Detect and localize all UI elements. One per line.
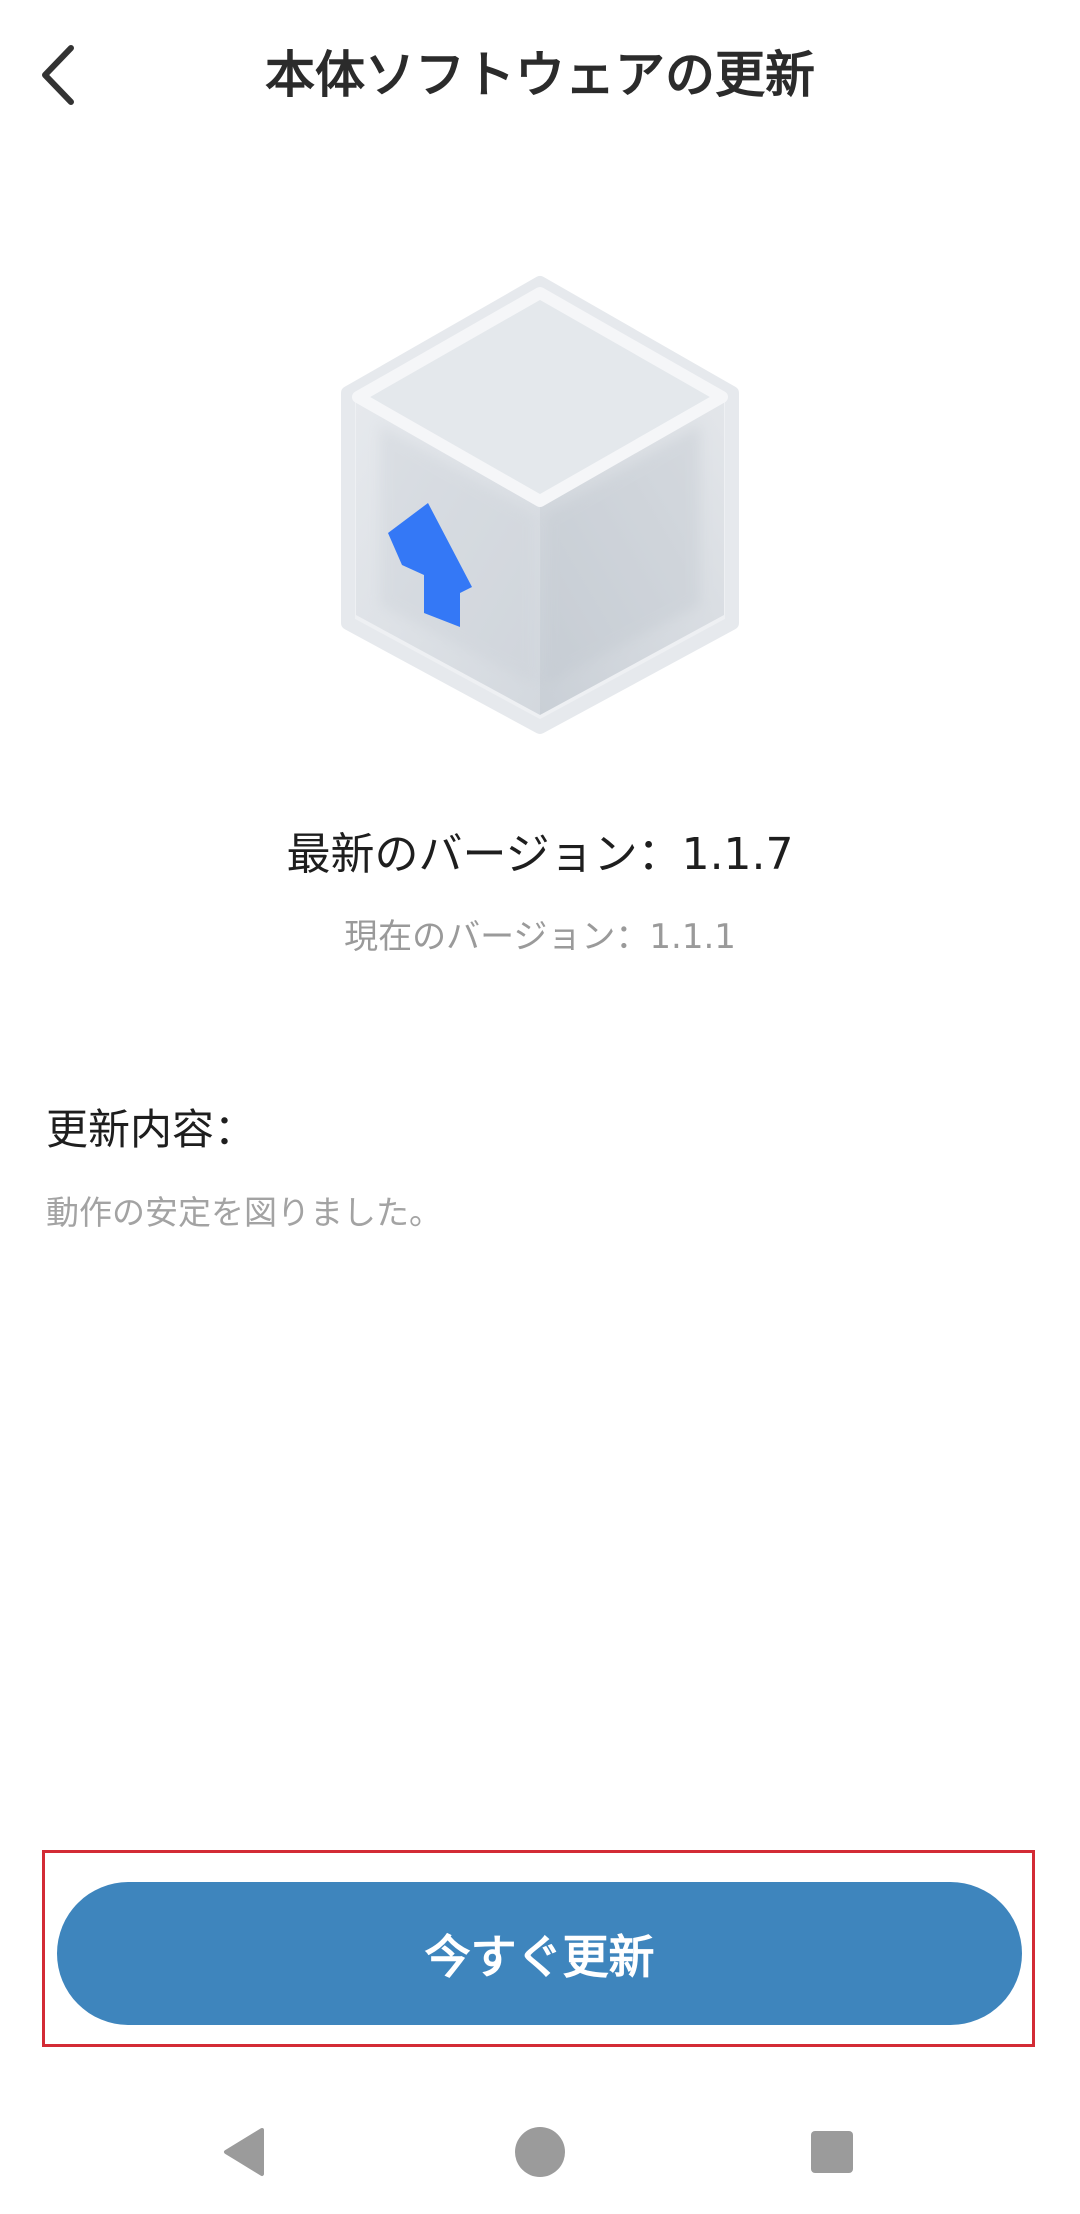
system-back-button[interactable] — [196, 2102, 296, 2202]
page-title: 本体ソフトウェアの更新 — [265, 46, 815, 104]
triangle-back-icon — [224, 2128, 264, 2176]
system-home-button[interactable] — [490, 2102, 590, 2202]
header-bar: 本体ソフトウェアの更新 — [0, 0, 1080, 150]
latest-version-text: 最新のバージョン：1.1.7 — [286, 829, 794, 880]
update-now-button[interactable]: 今すぐ更新 — [57, 1882, 1022, 2025]
update-box-icon — [330, 275, 750, 735]
system-nav-bar — [0, 2090, 1080, 2214]
update-notes-title: 更新内容： — [46, 1105, 257, 1154]
square-recents-icon — [811, 2131, 853, 2173]
current-version-text: 現在のバージョン：1.1.1 — [344, 917, 736, 957]
system-recents-button[interactable] — [782, 2102, 882, 2202]
circle-home-icon — [515, 2127, 565, 2177]
update-notes-body: 動作の安定を図りました。 — [46, 1193, 442, 1232]
